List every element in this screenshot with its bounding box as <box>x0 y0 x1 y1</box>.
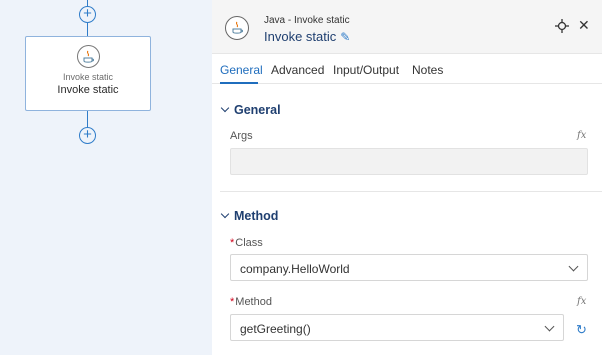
properties-panel: Java - Invoke static Invoke static ✎ ✕ Ge… <box>212 0 602 355</box>
class-select-value: company.HelloWorld <box>240 262 350 276</box>
required-marker: * <box>230 237 235 249</box>
section-divider <box>220 191 602 192</box>
method-section-header[interactable]: Method <box>220 209 279 223</box>
method-select-value: getGreeting() <box>240 322 311 336</box>
refresh-icon[interactable]: ↻ <box>576 322 587 338</box>
invoke-static-node[interactable]: Invoke static Invoke static <box>25 36 151 111</box>
panel-title: Invoke static ✎ <box>264 29 350 44</box>
node-title: Invoke static <box>57 84 119 96</box>
chevron-down-icon <box>220 103 230 113</box>
close-icon[interactable]: ✕ <box>578 17 590 34</box>
method-select[interactable]: getGreeting() <box>230 314 564 341</box>
panel-title-text: Invoke static <box>264 29 337 44</box>
fx-icon[interactable]: fx <box>577 130 586 141</box>
chevron-down-icon <box>220 209 230 219</box>
args-label: Args <box>230 130 253 142</box>
flow-canvas[interactable]: + Invoke static Invoke static + <box>0 0 212 355</box>
java-icon <box>76 45 100 68</box>
active-tab-indicator <box>220 82 258 84</box>
tab-input-output[interactable]: Input/Output <box>333 63 399 77</box>
method-section-title: Method <box>234 209 279 223</box>
panel-subtitle: Java - Invoke static <box>264 15 350 26</box>
java-icon <box>225 16 249 40</box>
tab-advanced[interactable]: Advanced <box>271 63 324 77</box>
class-label: *Class <box>230 237 263 249</box>
add-step-above-icon[interactable]: + <box>79 6 96 23</box>
tab-general[interactable]: General <box>220 63 263 77</box>
fx-icon[interactable]: fx <box>577 296 586 307</box>
required-marker: * <box>230 296 235 308</box>
general-section-header[interactable]: General <box>220 103 281 117</box>
pin-icon[interactable] <box>555 19 569 33</box>
class-select[interactable]: company.HelloWorld <box>230 254 588 281</box>
add-step-below-icon[interactable]: + <box>79 127 96 144</box>
connector-line <box>87 23 88 36</box>
tab-notes[interactable]: Notes <box>412 63 443 77</box>
class-label-text: Class <box>235 237 263 249</box>
general-section-title: General <box>234 103 281 117</box>
panel-header: Java - Invoke static Invoke static ✎ ✕ <box>212 0 602 54</box>
chevron-down-icon <box>568 261 579 272</box>
tab-bar: General Advanced Input/Output Notes <box>212 56 602 84</box>
args-field[interactable] <box>230 148 588 175</box>
chevron-down-icon <box>544 321 555 332</box>
method-label-text: Method <box>235 296 272 308</box>
method-label: *Method <box>230 296 272 308</box>
node-subtitle: Invoke static <box>62 72 114 82</box>
edit-icon[interactable]: ✎ <box>340 30 350 44</box>
